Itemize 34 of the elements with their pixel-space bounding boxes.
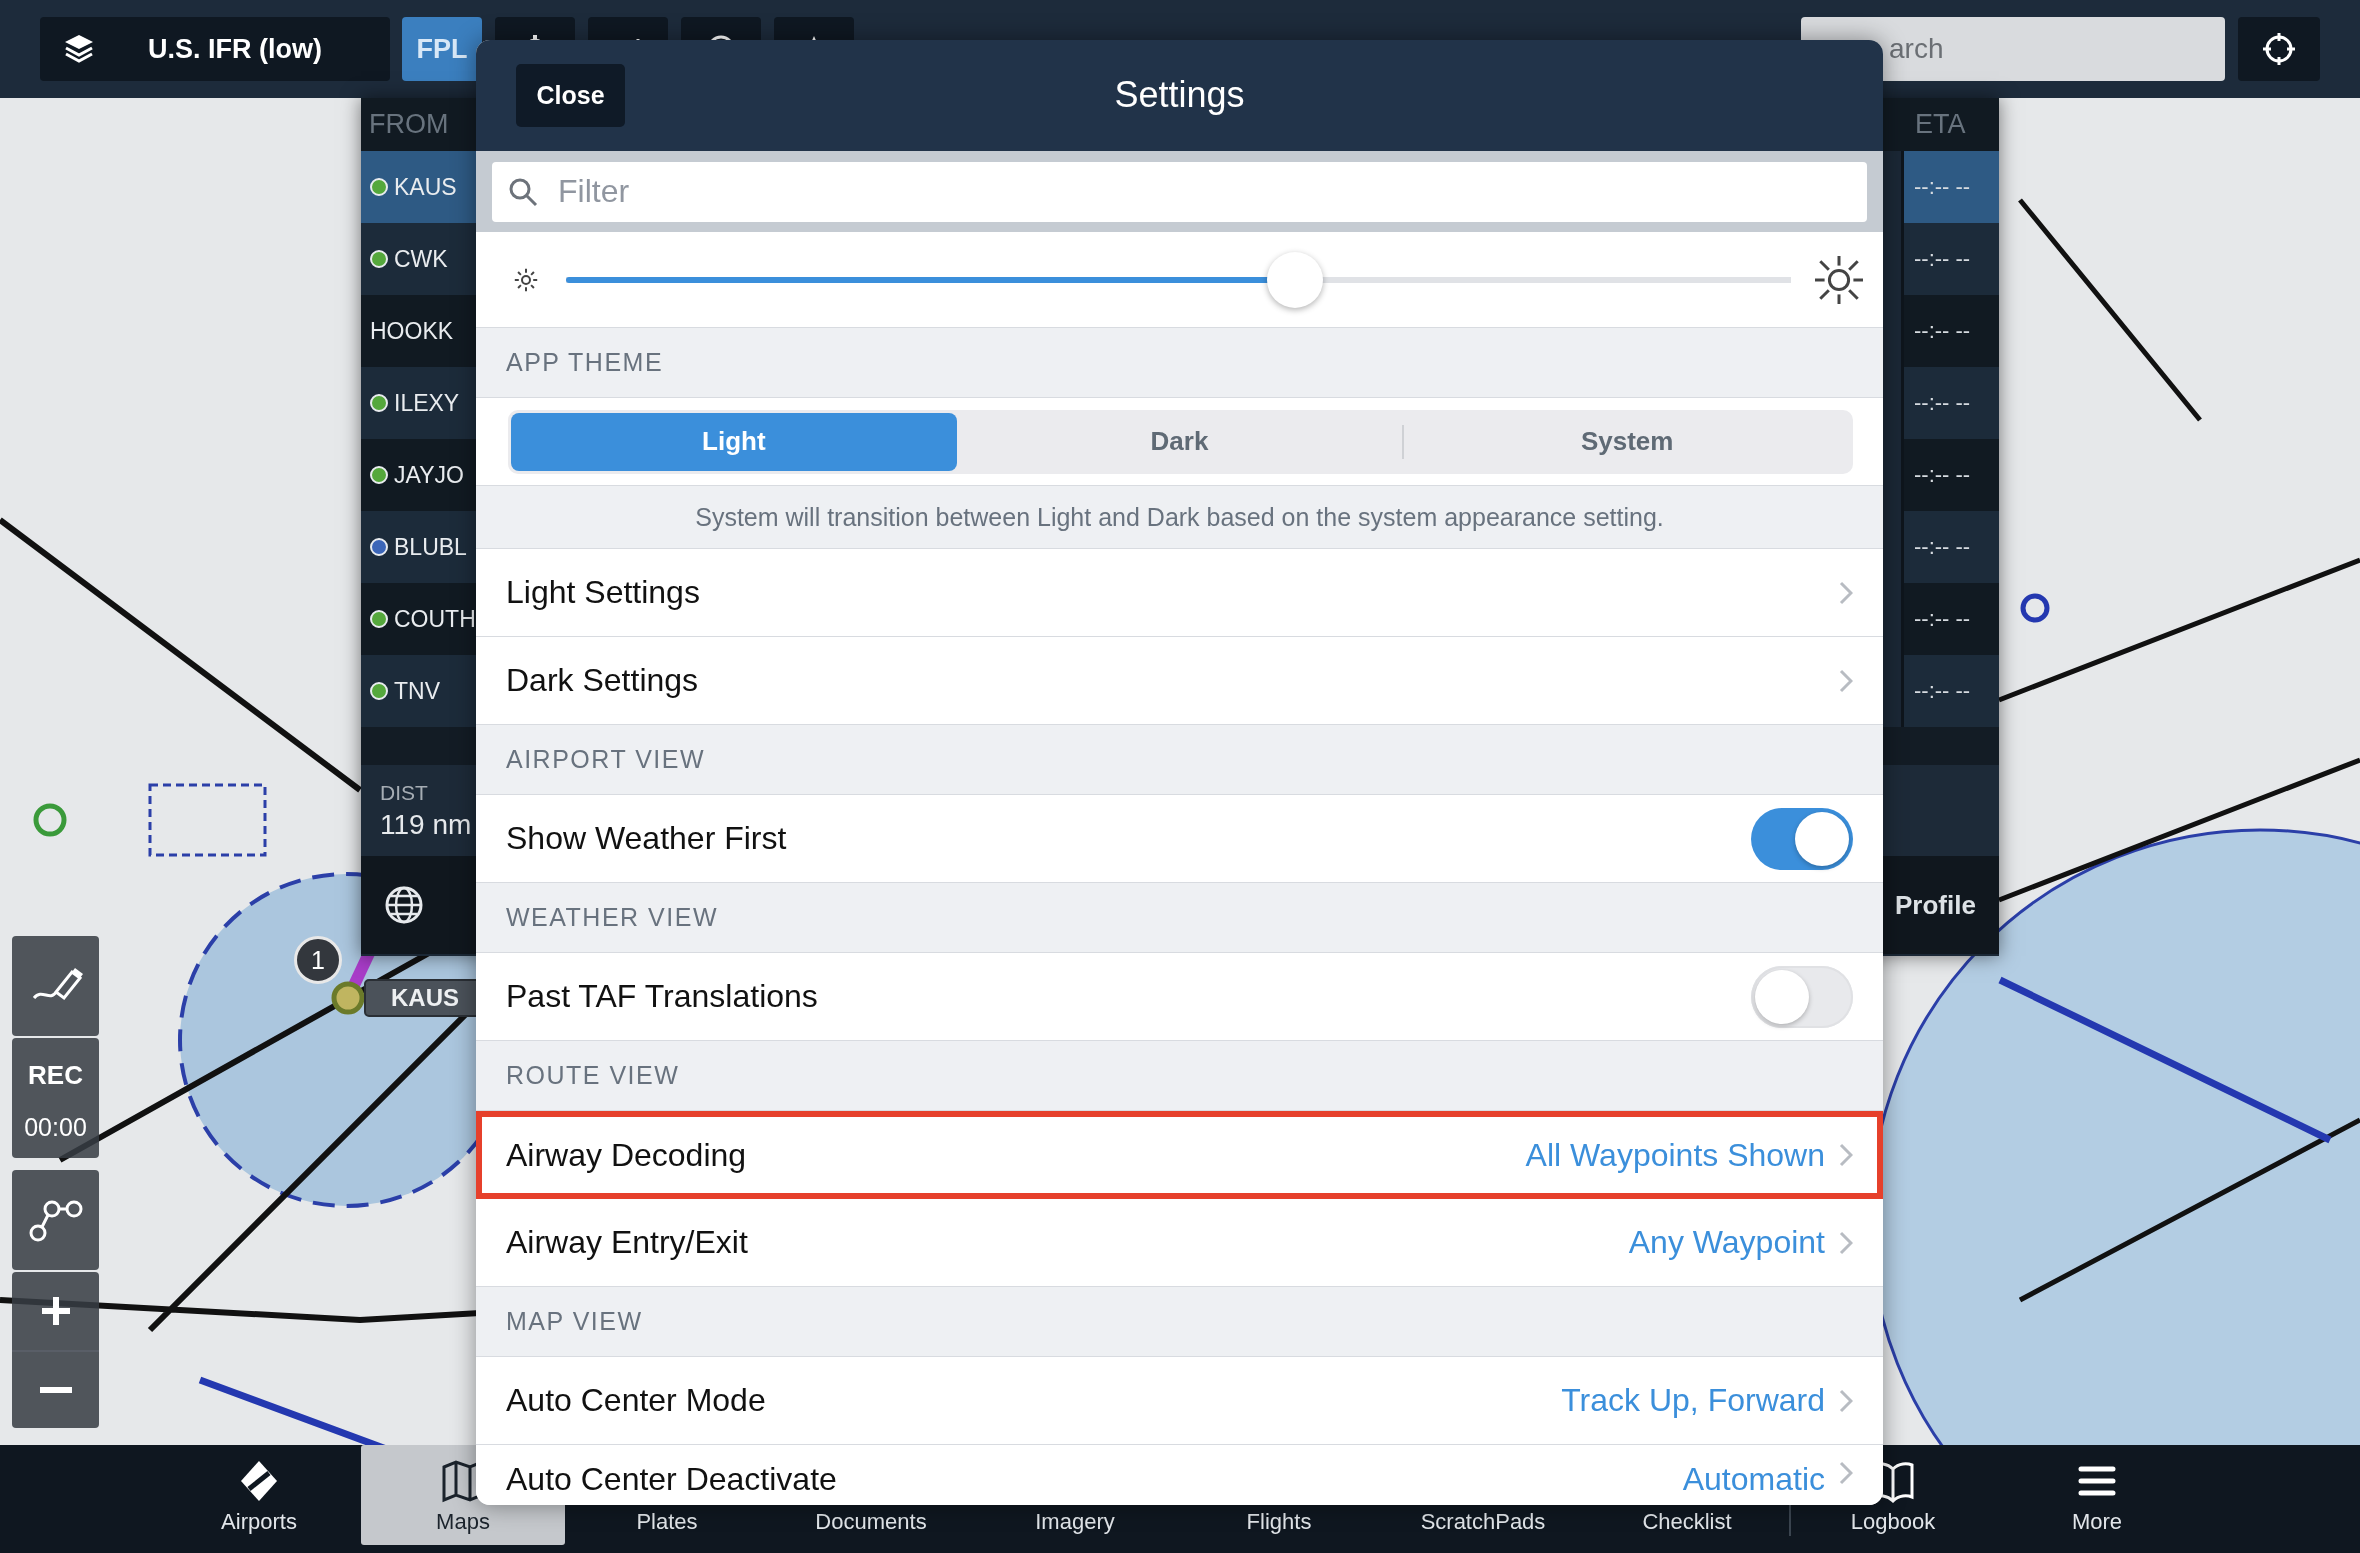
eta-value: --:-- -- <box>1914 390 1971 416</box>
eta-value: --:-- -- <box>1914 246 1971 272</box>
record-label: REC <box>28 1060 83 1091</box>
waypoint-name: CWK <box>394 245 448 273</box>
dist-label: DIST <box>380 780 429 805</box>
column-header: FROM <box>361 98 476 151</box>
row-value: Automatic <box>1682 1461 1825 1498</box>
eta-value: --:-- -- <box>1914 606 1971 632</box>
row-label: Show Weather First <box>506 820 788 857</box>
row-label: Airway Entry/Exit <box>506 1224 749 1261</box>
waypoint-name: KAUS <box>394 173 457 201</box>
row-label: Past TAF Translations <box>506 978 819 1015</box>
eta-value: --:-- -- <box>1914 318 1971 344</box>
waypoint-name: HOOKK <box>370 317 454 345</box>
waypoint-name: ILEXY <box>394 389 460 417</box>
timer-text: 00:00 <box>24 1113 87 1142</box>
row-label: Light Settings <box>506 574 701 611</box>
row-label: Airway Decoding <box>506 1136 748 1174</box>
row-value: Track Up, Forward <box>1561 1382 1825 1419</box>
waypoint-name: TNV <box>394 677 440 705</box>
eta-value: --:-- -- <box>1914 174 1971 200</box>
row-label: Dark Settings <box>506 662 700 699</box>
dist-value: 119 nm <box>380 808 473 841</box>
eta-value: --:-- -- <box>1914 462 1971 488</box>
eta-value: --:-- -- <box>1914 534 1971 560</box>
waypoint-name: JAYJO <box>394 461 464 489</box>
dialog-title: Settings <box>1113 73 1246 117</box>
waypoint-name: COUTH <box>394 605 476 633</box>
row-label: Auto Center Mode <box>506 1382 767 1419</box>
column-header: ETA <box>1883 98 1999 151</box>
waypoint-name: BLUBL <box>394 533 467 561</box>
row-value: Any Waypoint <box>1628 1224 1825 1261</box>
eta-value: --:-- -- <box>1914 678 1971 704</box>
row-value: All Waypoints Shown <box>1525 1136 1825 1174</box>
